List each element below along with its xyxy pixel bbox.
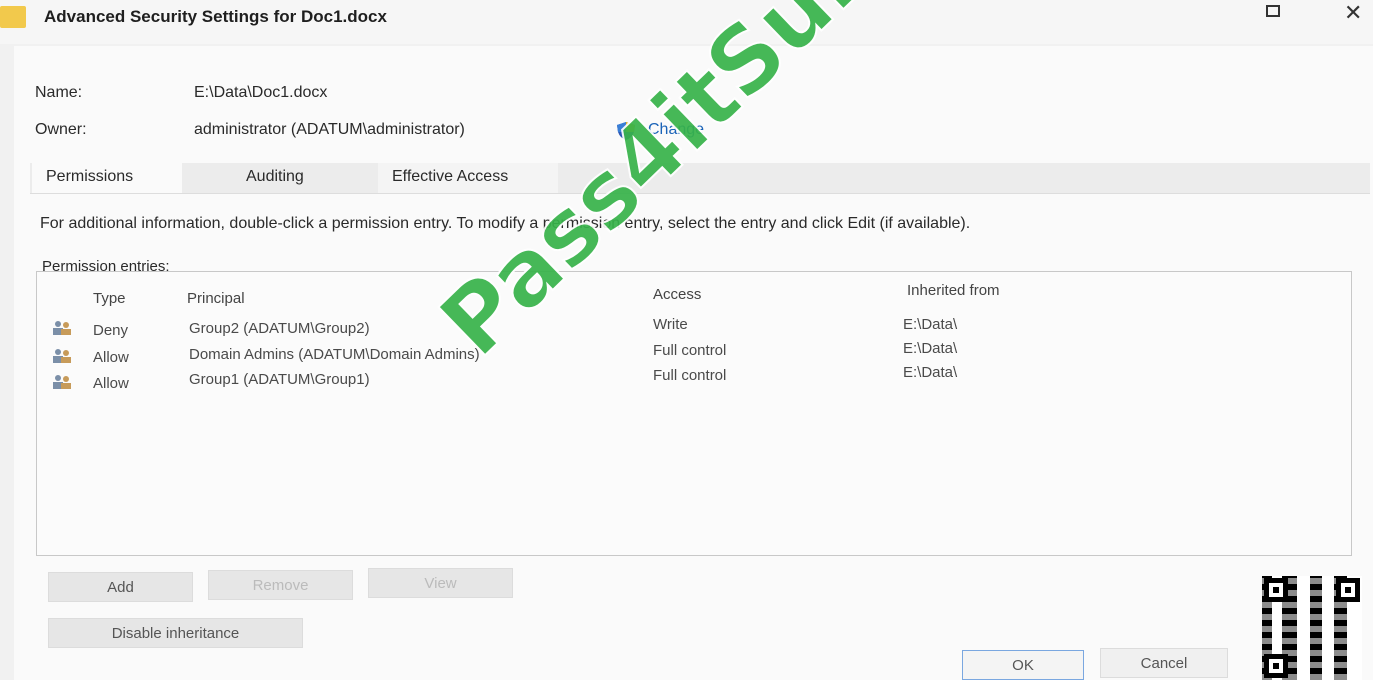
- entry-access[interactable]: Write: [653, 316, 688, 333]
- entry-principal[interactable]: Group2 (ADATUM\Group2): [189, 320, 370, 337]
- tab-auditing[interactable]: Auditing: [196, 163, 326, 193]
- owner-label: Owner:: [35, 121, 87, 138]
- disable-inheritance-button[interactable]: Disable inheritance: [48, 618, 303, 648]
- entry-inherited[interactable]: E:\Data\: [903, 364, 957, 381]
- tab-permissions[interactable]: Permissions: [32, 163, 182, 193]
- entry-access[interactable]: Full control: [653, 342, 726, 359]
- entry-access[interactable]: Full control: [653, 367, 726, 384]
- close-icon[interactable]: ✕: [1344, 0, 1362, 26]
- title-bar: Advanced Security Settings for Doc1.docx…: [0, 0, 1373, 44]
- column-header-type[interactable]: Type: [93, 290, 126, 307]
- entry-type[interactable]: Deny: [93, 322, 128, 339]
- owner-value: administrator (ADATUM\administrator): [194, 121, 465, 138]
- name-value: E:\Data\Doc1.docx: [194, 84, 328, 101]
- maximize-icon[interactable]: [1266, 5, 1280, 17]
- tab-divider: [30, 193, 1370, 194]
- column-header-access[interactable]: Access: [653, 286, 701, 303]
- permission-entries-list[interactable]: Type Principal Access Inherited from Den…: [36, 271, 1352, 556]
- qr-finder-bottom-left: [1264, 654, 1288, 678]
- entry-type[interactable]: Allow: [93, 375, 129, 392]
- entry-principal[interactable]: Domain Admins (ADATUM\Domain Admins): [189, 346, 480, 363]
- entry-principal[interactable]: Group1 (ADATUM\Group1): [189, 371, 370, 388]
- cancel-button[interactable]: Cancel: [1100, 648, 1228, 678]
- users-group-icon: [53, 321, 71, 335]
- ok-button[interactable]: OK: [962, 650, 1084, 680]
- remove-button[interactable]: Remove: [208, 570, 353, 600]
- users-group-icon: [53, 349, 71, 363]
- column-header-principal[interactable]: Principal: [187, 290, 245, 307]
- column-header-inherited[interactable]: Inherited from: [907, 282, 1000, 299]
- window-title: Advanced Security Settings for Doc1.docx: [44, 7, 387, 26]
- qr-finder-top-right: [1336, 578, 1360, 602]
- folder-icon: [0, 6, 26, 28]
- entry-inherited[interactable]: E:\Data\: [903, 316, 957, 333]
- users-group-icon: [53, 375, 71, 389]
- qr-finder-top-left: [1264, 578, 1288, 602]
- entry-inherited[interactable]: E:\Data\: [903, 340, 957, 357]
- add-button[interactable]: Add: [48, 572, 193, 602]
- name-label: Name:: [35, 84, 83, 101]
- view-button[interactable]: View: [368, 568, 513, 598]
- tab-effective-access[interactable]: Effective Access: [378, 163, 558, 193]
- entry-type[interactable]: Allow: [93, 349, 129, 366]
